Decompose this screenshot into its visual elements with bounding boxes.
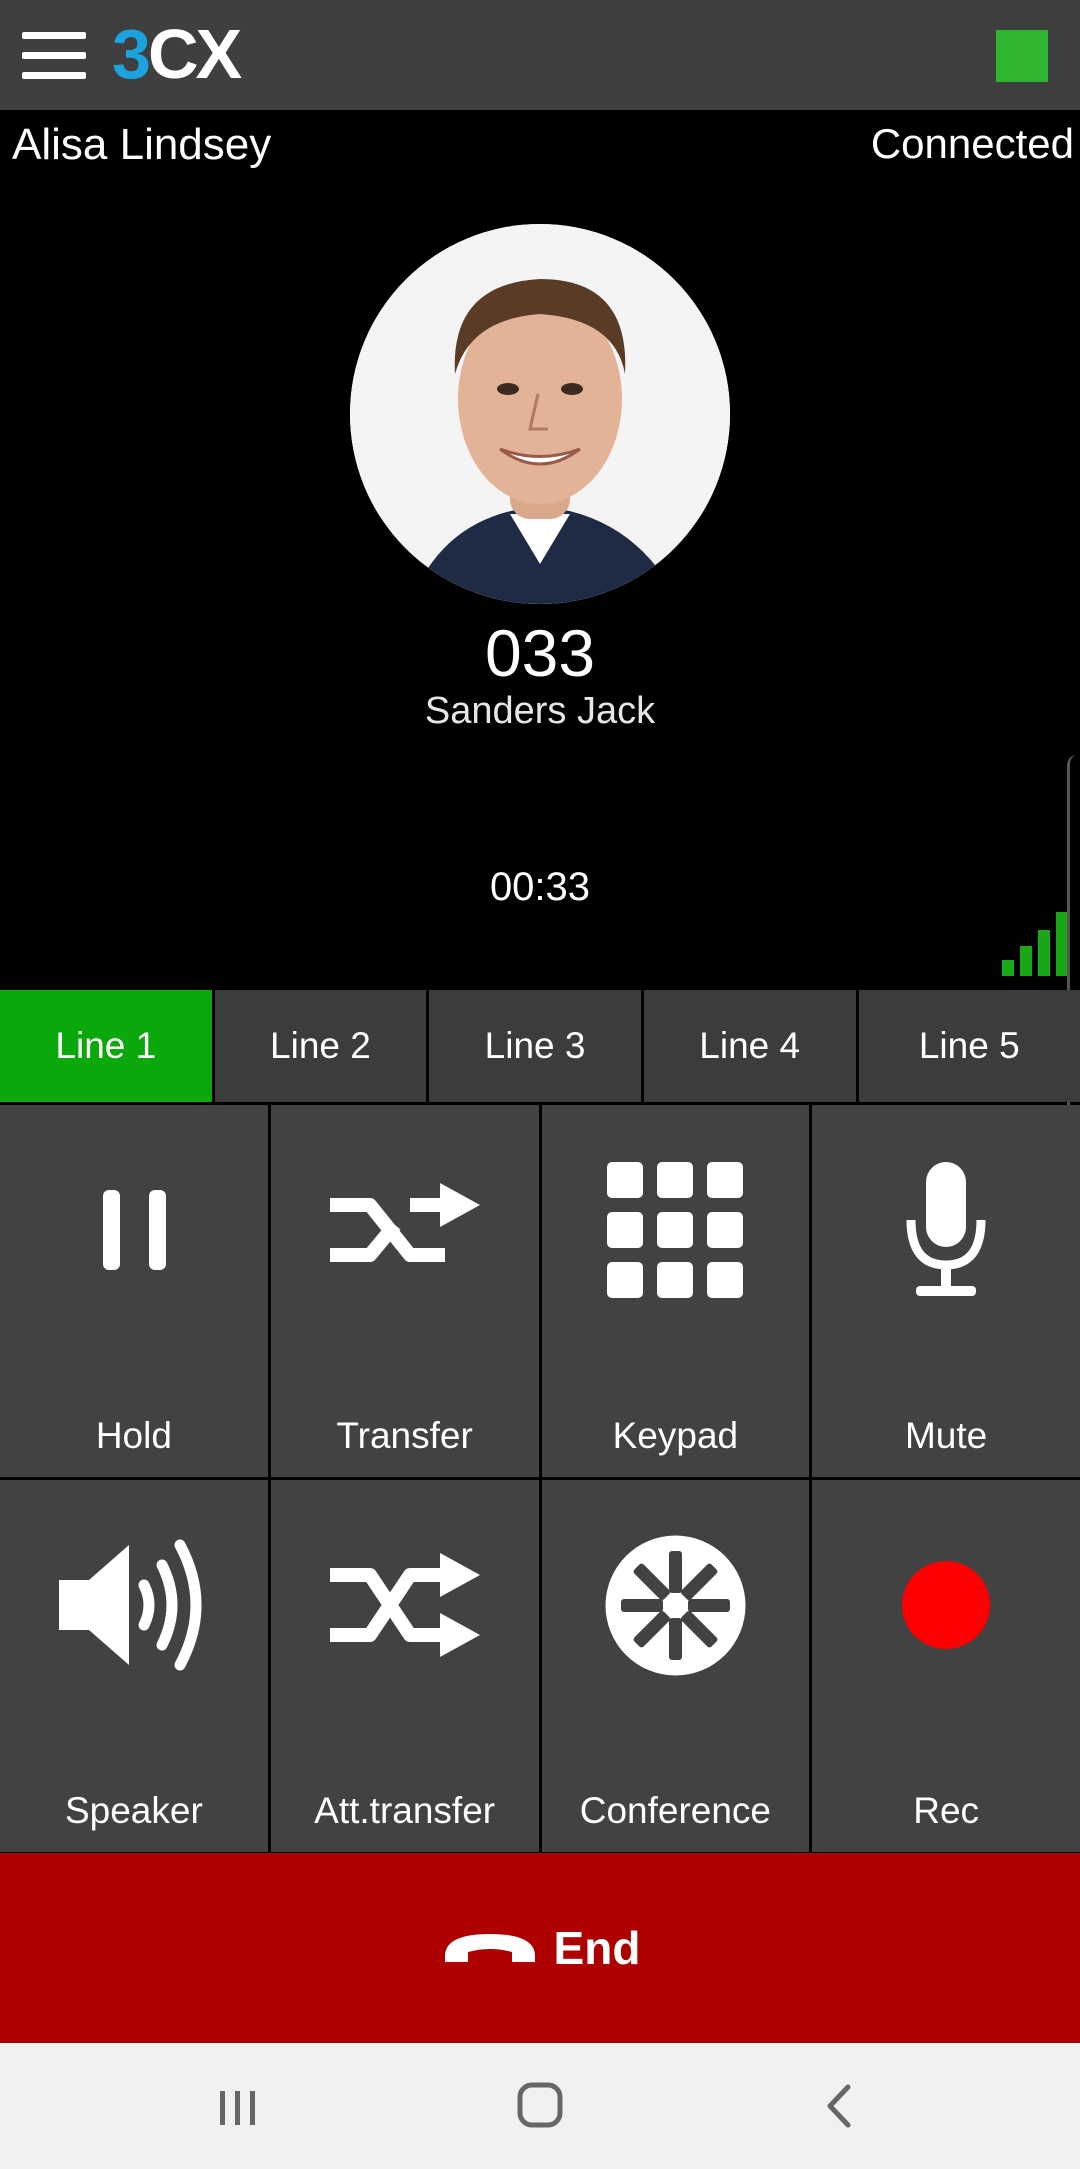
conference-label: Conference <box>579 1790 772 1831</box>
line-tab-4[interactable]: Line 4 <box>643 990 859 1102</box>
signal-strength-icon <box>1002 912 1068 976</box>
attended-transfer-button[interactable]: Att.transfer <box>270 1480 539 1852</box>
recent-apps-icon[interactable] <box>208 2081 268 2131</box>
attended-transfer-icon <box>325 1525 485 1685</box>
line-tab-2[interactable]: Line 2 <box>214 990 430 1102</box>
conference-icon <box>595 1525 755 1685</box>
pause-icon <box>54 1150 214 1310</box>
call-actions-grid: Hold Transfer Keypad Mute Speaker Att.tr… <box>0 1105 1080 1852</box>
app-logo: 3 CX <box>112 15 242 93</box>
back-icon[interactable] <box>810 2081 870 2131</box>
line-tabs: Line 1 Line 2 Line 3 Line 4 Line 5 <box>0 990 1080 1102</box>
logo-3: 3 <box>112 15 151 93</box>
transfer-icon <box>325 1150 485 1310</box>
record-label: Rec <box>913 1790 980 1831</box>
contact-avatar <box>350 224 730 604</box>
presence-status-indicator[interactable] <box>996 30 1048 82</box>
end-call-label: End <box>553 1922 641 1974</box>
line-tab-1[interactable]: Line 1 <box>0 990 215 1102</box>
transfer-label: Transfer <box>336 1415 473 1456</box>
extension-number: 033 <box>484 616 596 690</box>
speaker-icon <box>54 1525 214 1685</box>
microphone-icon <box>866 1150 1026 1310</box>
top-bar: 3 CX <box>0 0 1080 110</box>
hang-up-phone-icon <box>444 1934 535 1962</box>
contact-name: Sanders Jack <box>424 690 656 732</box>
record-icon <box>866 1525 1026 1685</box>
keypad-icon <box>595 1150 755 1310</box>
mute-button[interactable]: Mute <box>812 1105 1080 1477</box>
hold-button[interactable]: Hold <box>0 1105 268 1477</box>
speaker-label: Speaker <box>64 1790 203 1831</box>
keypad-label: Keypad <box>612 1415 739 1456</box>
mute-label: Mute <box>904 1415 988 1456</box>
hold-label: Hold <box>95 1415 172 1456</box>
home-icon[interactable] <box>510 2081 570 2131</box>
system-navigation-bar <box>0 2043 1080 2169</box>
attended-transfer-label: Att.transfer <box>314 1790 496 1831</box>
conference-button[interactable]: Conference <box>541 1480 810 1852</box>
caller-name: Alisa Lindsey <box>12 120 272 169</box>
keypad-button[interactable]: Keypad <box>541 1105 810 1477</box>
transfer-button[interactable]: Transfer <box>270 1105 539 1477</box>
record-button[interactable]: Rec <box>812 1480 1080 1852</box>
call-status: Connected <box>870 120 1074 167</box>
speaker-button[interactable]: Speaker <box>0 1480 268 1852</box>
logo-cx: CX <box>147 15 242 93</box>
line-tab-3[interactable]: Line 3 <box>429 990 644 1102</box>
end-call-button[interactable]: End <box>0 1853 1080 2043</box>
call-timer: 00:33 <box>489 865 591 909</box>
line-tab-5[interactable]: Line 5 <box>858 990 1080 1102</box>
hamburger-menu-icon[interactable] <box>22 32 86 80</box>
